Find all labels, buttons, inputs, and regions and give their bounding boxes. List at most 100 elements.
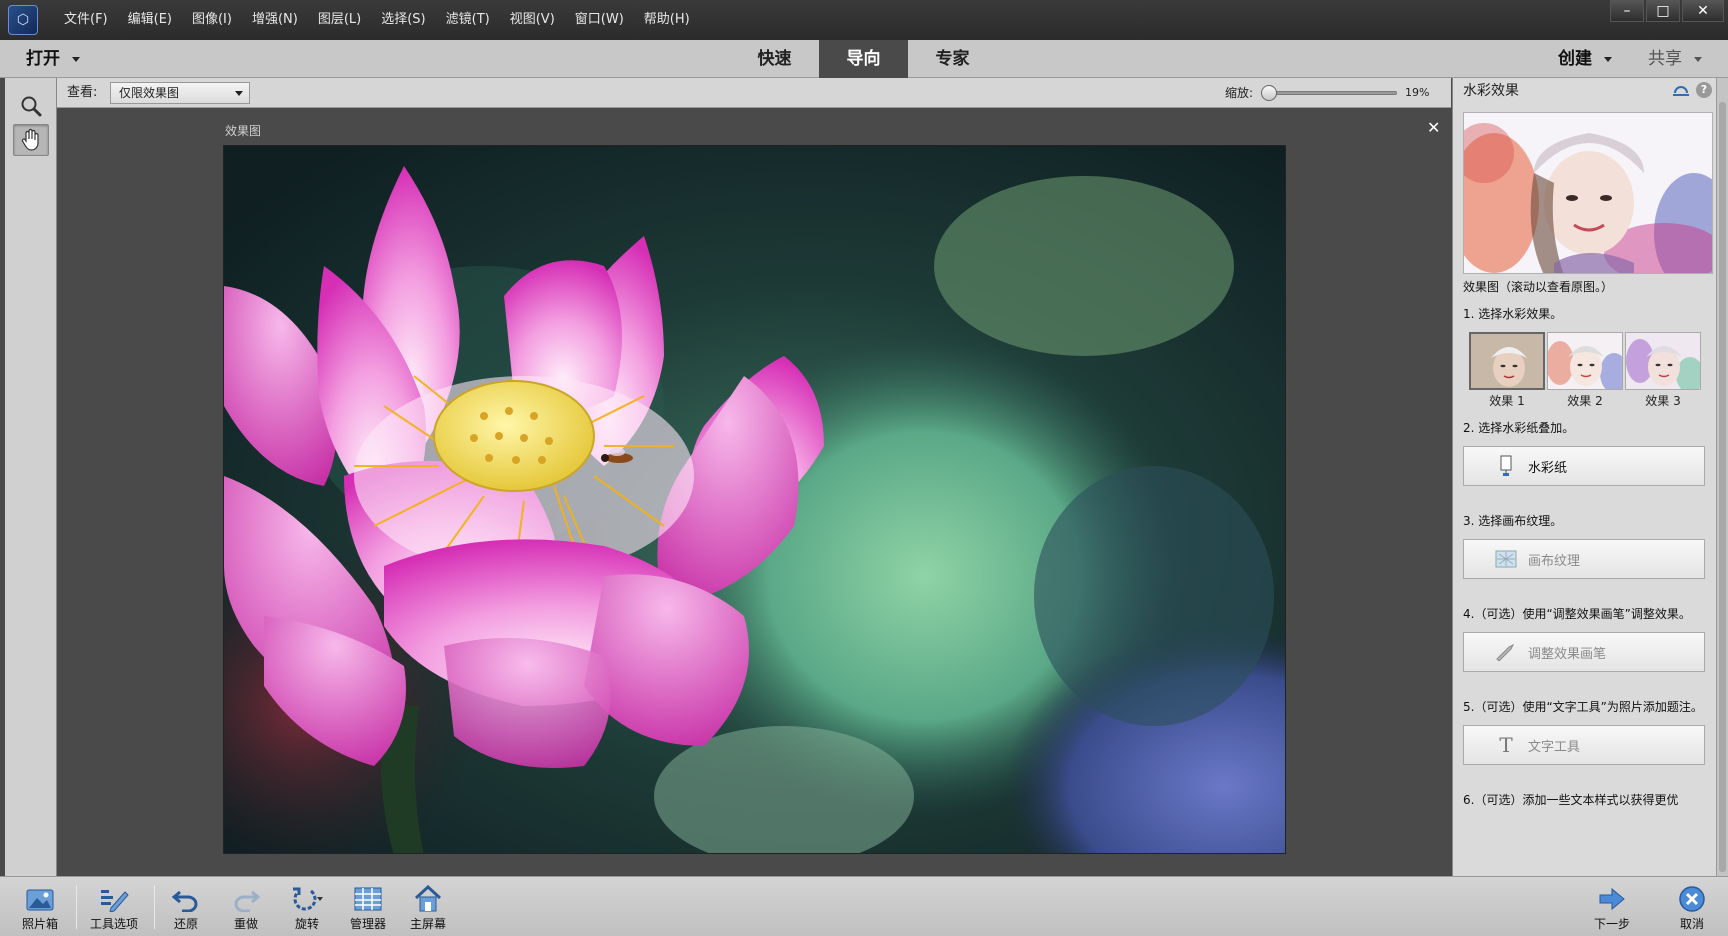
menu-file[interactable]: 文件(F)	[54, 0, 118, 40]
organizer-button[interactable]: 管理器	[338, 883, 398, 932]
cancel-button[interactable]: 取消	[1662, 883, 1722, 932]
hand-icon	[21, 128, 39, 151]
undo-icon	[156, 883, 216, 915]
effect-3-label: 效果 3	[1645, 394, 1681, 408]
redo-button[interactable]: 重做	[216, 883, 276, 932]
effect-preview-image[interactable]	[1463, 112, 1713, 274]
cancel-label: 取消	[1679, 917, 1704, 931]
step-2: 2. 选择水彩纸叠加。	[1463, 421, 1575, 435]
effect-1-option[interactable]: 效果 1	[1469, 332, 1545, 409]
arrow-right-icon	[1582, 883, 1642, 915]
view-label: 查看:	[67, 85, 98, 100]
chevron-down-icon	[1694, 56, 1702, 62]
share-button[interactable]: 共享	[1648, 40, 1702, 78]
tab-guided[interactable]: 导向	[819, 40, 908, 78]
zoom-tool[interactable]	[13, 90, 49, 122]
preview-caption: 效果图（滚动以查看原图。）	[1463, 280, 1614, 294]
separator	[76, 885, 77, 929]
scrollbar-thumb[interactable]	[1719, 102, 1726, 872]
maximize-button[interactable]: □	[1646, 0, 1680, 22]
view-value: 仅限效果图	[119, 86, 180, 100]
close-icon[interactable]: ✕	[1427, 118, 1440, 137]
menu-view[interactable]: 视图(V)	[500, 0, 565, 40]
view-dropdown[interactable]: 仅限效果图	[110, 82, 250, 104]
canvas-area: 效果图 ✕	[57, 108, 1451, 876]
menu-filter[interactable]: 滤镜(T)	[436, 0, 500, 40]
next-step-label: 下一步	[1593, 917, 1630, 931]
redo-label: 重做	[233, 917, 258, 931]
reset-icon[interactable]	[1672, 83, 1690, 97]
create-label: 创建	[1558, 49, 1592, 69]
paper-icon	[1494, 455, 1518, 477]
photo-bin-label: 照片箱	[21, 917, 58, 931]
watercolor-paper-label: 水彩纸	[1528, 460, 1568, 476]
zoom-value: 19%	[1405, 86, 1430, 99]
chevron-down-icon	[235, 91, 243, 96]
tab-quick[interactable]: 快速	[730, 40, 819, 78]
text-tool-button[interactable]: T 文字工具	[1463, 725, 1705, 765]
guided-panel: 水彩效果 ? 效果图（滚动以查看原图。） 1. 选择水彩效果。 效果 1 效果 …	[1452, 78, 1716, 876]
adjust-brush-button[interactable]: 调整效果画笔	[1463, 632, 1705, 672]
share-label: 共享	[1648, 49, 1682, 69]
chevron-down-icon	[72, 56, 80, 62]
undo-label: 还原	[173, 917, 198, 931]
canvas-texture-label: 画布纹理	[1528, 553, 1581, 569]
hand-tool[interactable]	[12, 124, 49, 156]
menu-enhance[interactable]: 增强(N)	[242, 0, 308, 40]
mode-bar: 打开 快速 导向 专家 创建 共享	[0, 40, 1728, 78]
home-label: 主屏幕	[409, 917, 446, 931]
redo-icon	[216, 883, 276, 915]
menu-edit[interactable]: 编辑(E)	[118, 0, 182, 40]
rotate-icon	[277, 883, 337, 915]
next-step-button[interactable]: 下一步	[1582, 883, 1642, 932]
canvas-texture-button[interactable]: 画布纹理	[1463, 539, 1705, 579]
organizer-icon	[338, 883, 398, 915]
step-1: 1. 选择水彩效果。	[1463, 307, 1563, 321]
menu-help[interactable]: 帮助(H)	[634, 0, 700, 40]
menu-bar: 文件(F) 编辑(E) 图像(I) 增强(N) 图层(L) 选择(S) 滤镜(T…	[54, 0, 700, 40]
effect-3-option[interactable]: 效果 3	[1625, 332, 1701, 409]
canvas-caption: 效果图	[225, 124, 262, 138]
panel-scrollbar[interactable]	[1716, 78, 1728, 876]
step-6: 6.（可选）添加一些文本样式以获得更优	[1463, 793, 1679, 807]
app-logo[interactable]: ⬡	[8, 5, 38, 35]
lotus-image	[224, 146, 1285, 853]
menu-window[interactable]: 窗口(W)	[565, 0, 634, 40]
effect-2-thumbnail	[1547, 332, 1623, 390]
effect-1-label: 效果 1	[1489, 394, 1525, 408]
create-button[interactable]: 创建	[1558, 40, 1612, 78]
texture-icon	[1494, 550, 1518, 568]
menu-layer[interactable]: 图层(L)	[308, 0, 371, 40]
minimize-button[interactable]: –	[1610, 0, 1644, 22]
zoom-label: 缩放:	[1225, 86, 1254, 100]
close-window-button[interactable]: ✕	[1682, 0, 1724, 22]
open-label: 打开	[26, 49, 60, 69]
tool-options-button[interactable]: 工具选项	[84, 883, 144, 932]
watercolor-paper-button[interactable]: 水彩纸	[1463, 446, 1705, 486]
menu-image[interactable]: 图像(I)	[182, 0, 242, 40]
photo-bin-button[interactable]: 照片箱	[10, 883, 70, 932]
zoom-slider-track[interactable]	[1269, 91, 1397, 95]
effect-3-thumbnail	[1625, 332, 1701, 390]
home-icon	[398, 883, 458, 915]
rotate-button[interactable]: 旋转	[277, 883, 337, 932]
panel-header: 水彩效果 ?	[1453, 78, 1716, 104]
mode-tabs: 快速 导向 专家	[730, 40, 997, 78]
photo-lotus[interactable]	[223, 145, 1286, 854]
effect-2-option[interactable]: 效果 2	[1547, 332, 1623, 409]
portrait-preview	[1464, 113, 1712, 273]
tab-expert[interactable]: 专家	[908, 40, 997, 78]
chevron-down-icon	[1604, 56, 1612, 62]
home-screen-button[interactable]: 主屏幕	[398, 883, 458, 932]
open-button[interactable]: 打开	[26, 40, 80, 78]
menu-select[interactable]: 选择(S)	[371, 0, 435, 40]
window-controls: – □ ✕	[1608, 0, 1724, 22]
effect-1-thumbnail	[1469, 332, 1545, 390]
options-bar: 查看: 仅限效果图 缩放: 19%	[57, 78, 1451, 108]
undo-button[interactable]: 还原	[156, 883, 216, 932]
panel-title: 水彩效果	[1463, 83, 1519, 99]
zoom-slider-thumb[interactable]	[1261, 85, 1277, 101]
help-icon[interactable]: ?	[1696, 82, 1712, 98]
text-tool-label: 文字工具	[1528, 739, 1581, 755]
separator	[154, 885, 155, 929]
